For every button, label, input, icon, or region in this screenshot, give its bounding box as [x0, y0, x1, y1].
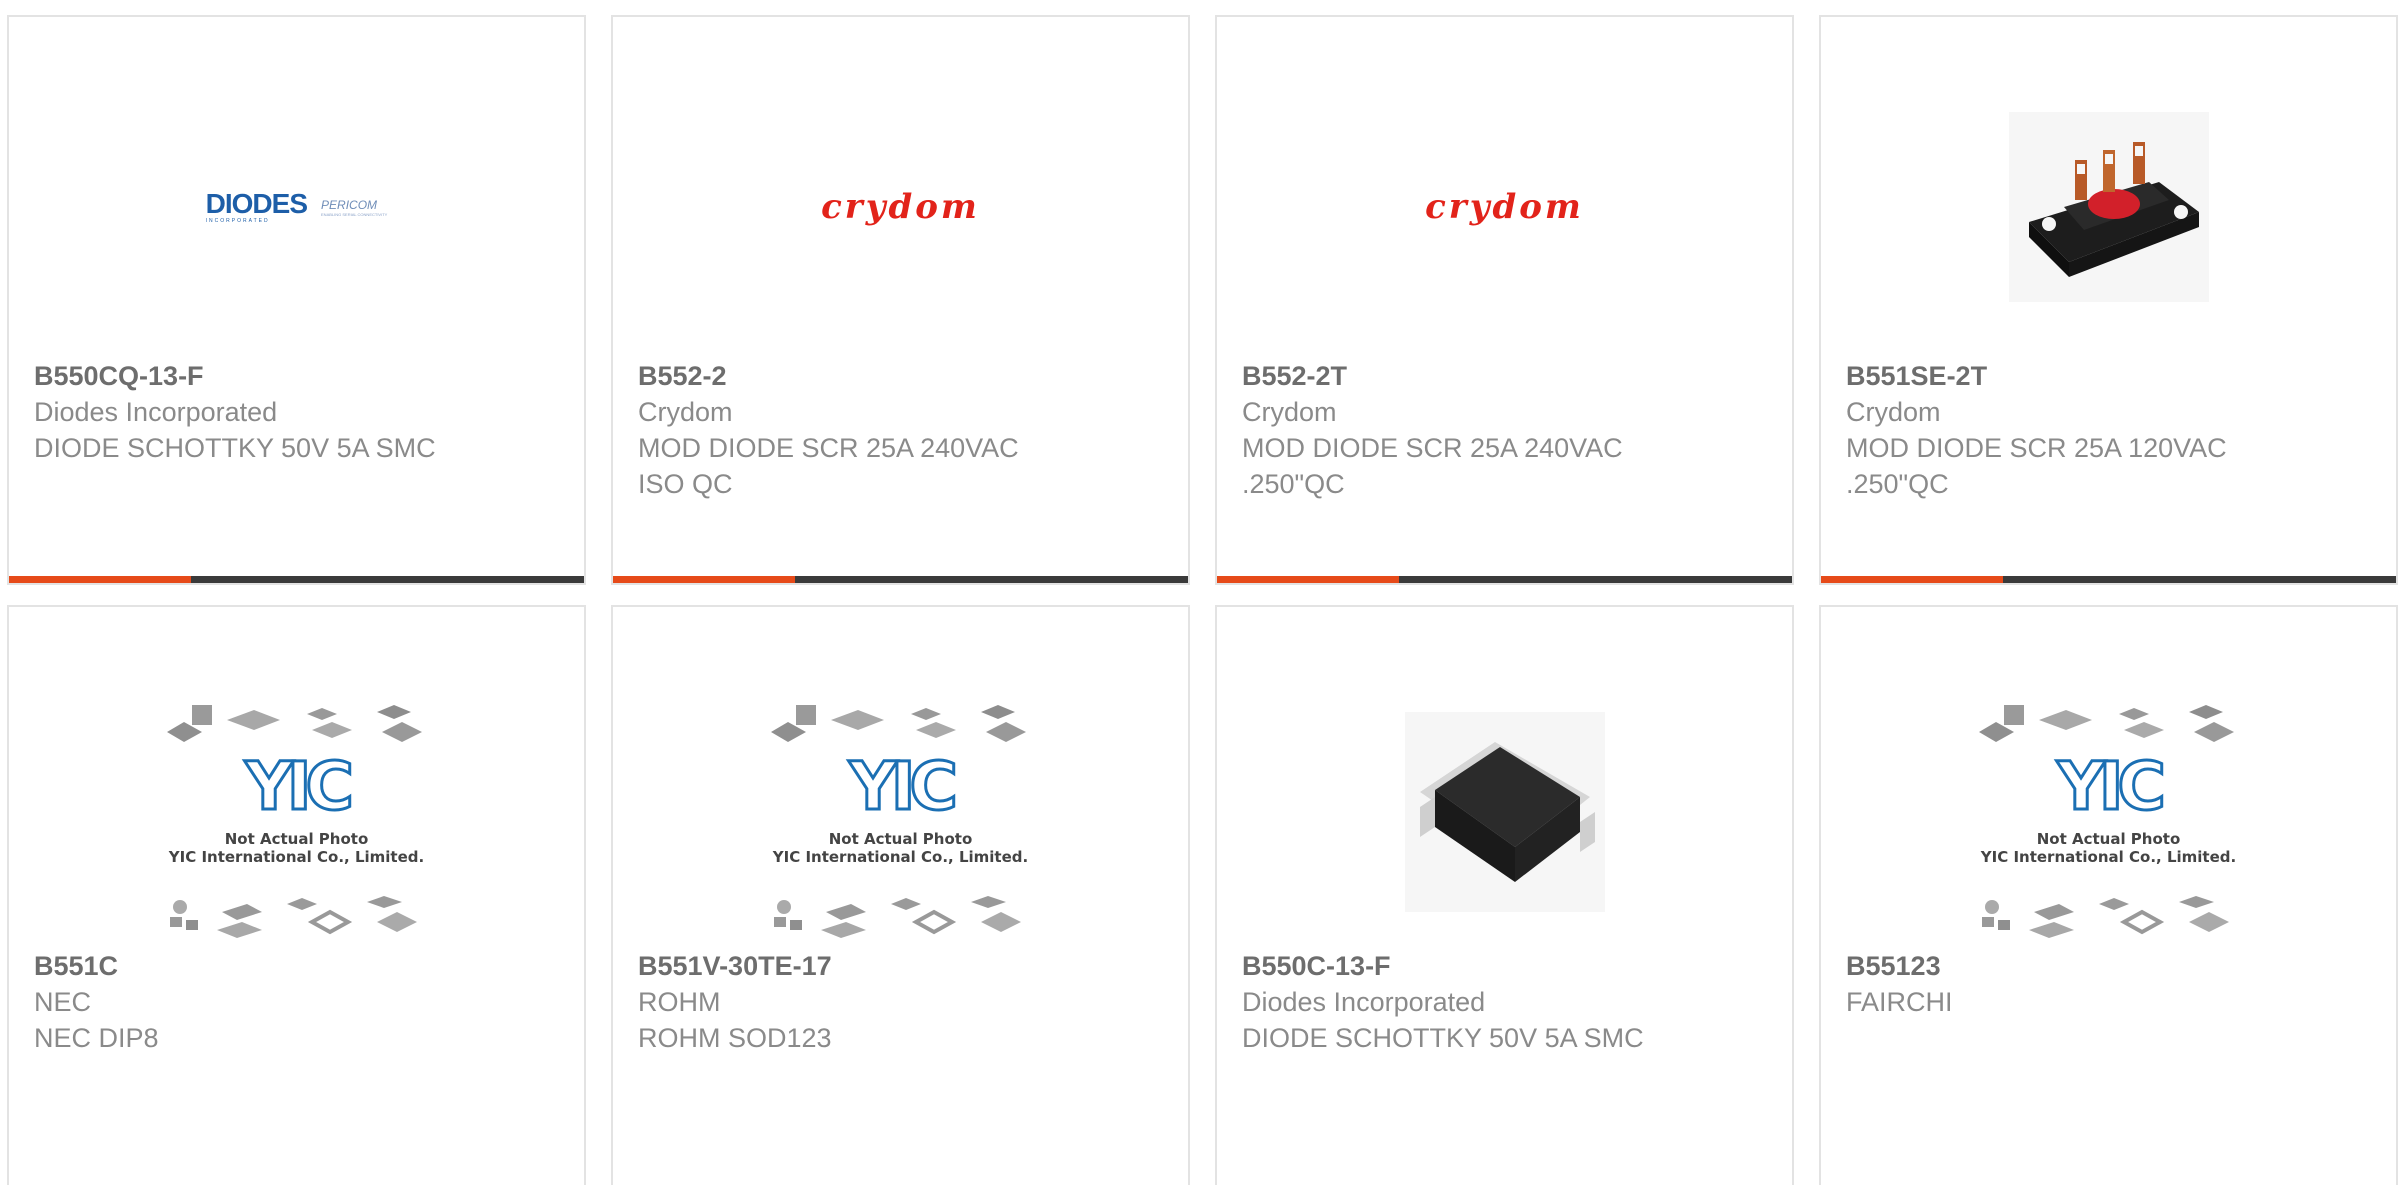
product-card[interactable]: YIC Not Actual Photo YIC International Co… [1819, 605, 2398, 1185]
part-number-link[interactable]: B551SE-2T [1846, 358, 2376, 394]
card-bottom-bar [1821, 576, 2396, 583]
crydom-logo: crydom [1425, 187, 1584, 227]
product-info: B551SE-2T Crydom MOD DIODE SCR 25A 120VA… [1846, 358, 2376, 502]
manufacturer: Crydom [1242, 397, 1337, 427]
chip-icons [1981, 896, 2229, 938]
product-grid: DIODES INCORPORATED PERICOM ENABLING SER… [0, 0, 2400, 1185]
description: MOD DIODE SCR 25A 240VAC [1242, 433, 1623, 463]
product-image[interactable]: DIODES INCORPORATED PERICOM ENABLING SER… [9, 57, 584, 357]
crydom-logo: crydom [821, 187, 980, 227]
product-image[interactable]: YIC Not Actual Photo YIC International Co… [1821, 697, 2396, 947]
part-number-link[interactable]: B55123 [1846, 948, 2376, 984]
part-number-link[interactable]: B552-2 [638, 358, 1168, 394]
diodes-pericom-logo: DIODES INCORPORATED PERICOM ENABLING SER… [205, 188, 388, 225]
yic-placeholder-image: YIC Not Actual Photo YIC International Co… [1974, 702, 2244, 942]
description: ISO QC [638, 469, 733, 499]
manufacturer: FAIRCHI [1846, 987, 1953, 1017]
card-accent [1217, 576, 1399, 583]
part-number-link[interactable]: B552-2T [1242, 358, 1772, 394]
product-info: B552-2 Crydom MOD DIODE SCR 25A 240VAC I… [638, 358, 1168, 502]
manufacturer: NEC [34, 987, 92, 1017]
product-image[interactable]: YIC Not Actual Photo YIC International Co… [9, 697, 584, 947]
chip-icons [770, 705, 1026, 742]
product-image[interactable]: crydom [1217, 57, 1792, 357]
card-accent [9, 576, 191, 583]
chip-icons [1978, 705, 2234, 742]
manufacturer: Crydom [1846, 397, 1941, 427]
card-bottom-bar [1217, 576, 1792, 583]
part-number-link[interactable]: B550C-13-F [1242, 948, 1772, 984]
product-info: B551V-30TE-17 ROHM ROHM SOD123 [638, 948, 1168, 1056]
description: MOD DIODE SCR 25A 240VAC [638, 433, 1019, 463]
product-card[interactable]: YIC Not Actual Photo YIC International Co… [7, 605, 586, 1185]
product-card[interactable]: DIODES INCORPORATED PERICOM ENABLING SER… [7, 15, 586, 585]
description: .250"QC [1846, 469, 1949, 499]
product-card[interactable]: B551SE-2T Crydom MOD DIODE SCR 25A 120VA… [1819, 15, 2398, 585]
product-card[interactable]: YIC Not Actual Photo YIC International Co… [611, 605, 1190, 1185]
product-image[interactable] [1821, 57, 2396, 357]
card-accent [1821, 576, 2003, 583]
yic-placeholder-image: YIC Not Actual Photo YIC International Co… [766, 702, 1036, 942]
part-number-link[interactable]: B551C [34, 948, 564, 984]
part-number-link[interactable]: B551V-30TE-17 [638, 948, 1168, 984]
product-info: B551C NEC NEC DIP8 [34, 948, 564, 1056]
scr-module-photo [2008, 112, 2209, 302]
chip-icons [773, 896, 1021, 938]
manufacturer: Diodes Incorporated [34, 397, 278, 427]
card-accent [613, 576, 795, 583]
description: DIODE SCHOTTKY 50V 5A SMC [34, 433, 436, 463]
description: .250"QC [1242, 469, 1345, 499]
product-card[interactable]: crydom B552-2 Crydom MOD DIODE SCR 25A 2… [611, 15, 1190, 585]
part-number-link[interactable]: B550CQ-13-F [34, 358, 564, 394]
manufacturer: Diodes Incorporated [1242, 987, 1486, 1017]
product-image[interactable] [1217, 677, 1792, 947]
manufacturer: ROHM [638, 987, 721, 1017]
description: MOD DIODE SCR 25A 120VAC [1846, 433, 2227, 463]
product-card[interactable]: crydom B552-2T Crydom MOD DIODE SCR 25A … [1215, 15, 1794, 585]
product-info: B55123 FAIRCHI [1846, 948, 2376, 1020]
smc-diode-photo [1404, 712, 1605, 912]
product-card[interactable]: B550C-13-F Diodes Incorporated DIODE SCH… [1215, 605, 1794, 1185]
chip-icons [166, 705, 422, 742]
product-info: B552-2T Crydom MOD DIODE SCR 25A 240VAC … [1242, 358, 1772, 502]
yic-placeholder-image: YIC Not Actual Photo YIC International Co… [162, 702, 432, 942]
product-info: B550C-13-F Diodes Incorporated DIODE SCH… [1242, 948, 1772, 1056]
card-bottom-bar [9, 576, 584, 583]
manufacturer: Crydom [638, 397, 733, 427]
product-info: B550CQ-13-F Diodes Incorporated DIODE SC… [34, 358, 564, 466]
product-image[interactable]: YIC Not Actual Photo YIC International Co… [613, 697, 1188, 947]
chip-icons [169, 896, 417, 938]
description: ROHM SOD123 [638, 1023, 832, 1053]
description: DIODE SCHOTTKY 50V 5A SMC [1242, 1023, 1644, 1053]
card-bottom-bar [613, 576, 1188, 583]
description: NEC DIP8 [34, 1023, 159, 1053]
product-image[interactable]: crydom [613, 57, 1188, 357]
